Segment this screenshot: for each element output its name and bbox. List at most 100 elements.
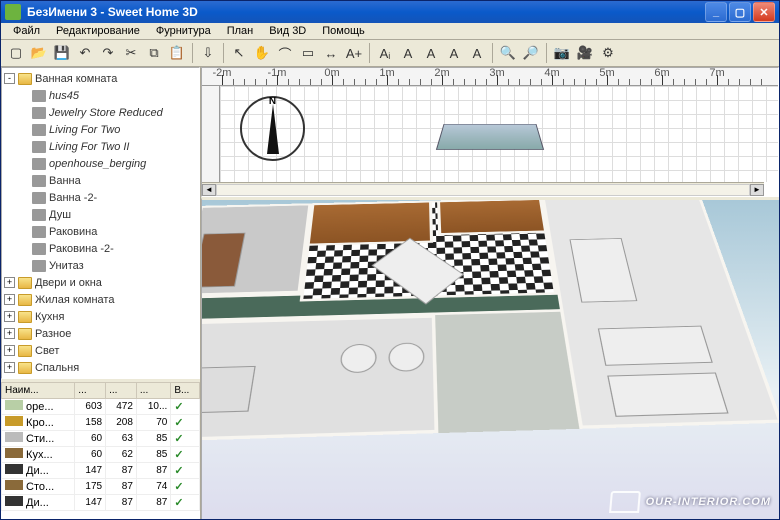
checkbox-icon[interactable]: ✓ [174, 401, 183, 413]
table-header[interactable]: ... [136, 383, 170, 399]
zoom-out-icon[interactable]: 🔎 [520, 42, 542, 64]
tree-category[interactable]: +Разное [4, 325, 197, 342]
save-icon[interactable]: 💾 [51, 42, 73, 64]
object-icon [32, 175, 46, 187]
tree-toggle-icon[interactable]: + [4, 328, 15, 339]
object-icon [32, 141, 46, 153]
tree-category[interactable]: +Спальня [4, 359, 197, 376]
tree-category[interactable]: +Двери и окна [4, 274, 197, 291]
tree-item[interactable]: Living For Two II [4, 138, 197, 155]
view-3d[interactable]: ▲ ◀▶ ▼ [201, 197, 779, 519]
text-a-icon[interactable]: A [466, 42, 488, 64]
tree-item[interactable]: Раковина [4, 223, 197, 240]
table-row[interactable]: Сти...606385✓ [2, 431, 200, 447]
tree-item[interactable]: openhouse_berging [4, 155, 197, 172]
select-icon[interactable]: Aᵢ [374, 42, 396, 64]
plan-2d-view[interactable]: -2m-1m0m1m2m3m4m5m6m7m ◄ ► [201, 67, 779, 197]
watermark-logo-icon [609, 491, 641, 513]
compass-icon[interactable] [240, 96, 305, 161]
open-file-icon[interactable]: 📂 [28, 42, 50, 64]
tree-toggle-icon[interactable]: + [4, 277, 15, 288]
text-bold-icon[interactable]: A [397, 42, 419, 64]
new-file-icon[interactable]: ▢ [5, 42, 27, 64]
text-icon[interactable]: A+ [343, 42, 365, 64]
plan-canvas[interactable] [220, 86, 778, 182]
table-row[interactable]: Кро...15820870✓ [2, 415, 200, 431]
import-icon[interactable]: ⇩ [197, 42, 219, 64]
table-row[interactable]: Кух...606285✓ [2, 447, 200, 463]
pointer-icon[interactable]: ↖ [228, 42, 250, 64]
table-row[interactable]: оре...60347210...✓ [2, 399, 200, 415]
cut-icon[interactable]: ✂ [120, 42, 142, 64]
table-header[interactable]: ... [75, 383, 106, 399]
checkbox-icon[interactable]: ✓ [174, 433, 183, 445]
tree-toggle-icon[interactable]: + [4, 345, 15, 356]
checkbox-icon[interactable]: ✓ [174, 465, 183, 477]
checkbox-icon[interactable]: ✓ [174, 449, 183, 461]
zoom-in-icon[interactable]: 🔍 [497, 42, 519, 64]
scroll-right-button[interactable]: ► [750, 184, 764, 196]
tree-label: Кухня [35, 311, 64, 323]
text-size-icon[interactable]: A [443, 42, 465, 64]
camera-icon[interactable]: 🎥 [574, 42, 596, 64]
room-icon[interactable]: ▭ [297, 42, 319, 64]
menu-plan[interactable]: План [219, 23, 262, 39]
snapshot-icon[interactable]: 📷 [551, 42, 573, 64]
tree-category[interactable]: +Свет [4, 342, 197, 359]
menu-help[interactable]: Помощь [314, 23, 373, 39]
table-row[interactable]: Ди...1478787✓ [2, 463, 200, 479]
tree-toggle-icon[interactable]: - [4, 73, 15, 84]
titlebar[interactable]: БезИмени 3 - Sweet Home 3D _ ▢ ✕ [1, 1, 779, 23]
tree-root[interactable]: -Ванная комната [4, 70, 197, 87]
checkbox-icon[interactable]: ✓ [174, 481, 183, 493]
settings-icon[interactable]: ⚙ [597, 42, 619, 64]
plan-scrollbar-horizontal[interactable]: ◄ ► [202, 182, 764, 196]
tree-item[interactable]: Jewelry Store Reduced [4, 104, 197, 121]
minimize-button[interactable]: _ [705, 2, 727, 22]
tree-label: openhouse_berging [49, 158, 146, 170]
copy-icon[interactable]: ⧉ [143, 42, 165, 64]
menubar: Файл Редактирование Фурнитура План Вид 3… [1, 23, 779, 40]
tree-category[interactable]: + Кухня [4, 308, 197, 325]
tree-item[interactable]: Раковина -2- [4, 240, 197, 257]
close-button[interactable]: ✕ [753, 2, 775, 22]
tree-item[interactable]: Душ [4, 206, 197, 223]
tree-toggle-icon[interactable]: + [4, 362, 15, 373]
checkbox-icon[interactable]: ✓ [174, 497, 183, 509]
table-row[interactable]: Сто...1758774✓ [2, 479, 200, 495]
furniture-icon [5, 448, 23, 458]
pan-icon[interactable]: ✋ [251, 42, 273, 64]
checkbox-icon[interactable]: ✓ [174, 417, 183, 429]
scroll-left-button[interactable]: ◄ [202, 184, 216, 196]
menu-view3d[interactable]: Вид 3D [261, 23, 314, 39]
menu-edit[interactable]: Редактирование [48, 23, 148, 39]
menu-file[interactable]: Файл [5, 23, 48, 39]
table-row[interactable]: Ди...1478787✓ [2, 495, 200, 511]
row-value: 87 [106, 463, 137, 479]
tree-item[interactable]: Унитаз [4, 257, 197, 274]
scroll-track[interactable] [216, 184, 750, 196]
paste-icon[interactable]: 📋 [166, 42, 188, 64]
catalog-tree[interactable]: -Ванная комнатаhus45Jewelry Store Reduce… [1, 67, 200, 379]
dimension-icon[interactable]: ↔ [320, 42, 342, 64]
tree-item[interactable]: hus45 [4, 87, 197, 104]
table-header[interactable]: Наим... [2, 383, 75, 399]
table-header[interactable]: В... [171, 383, 200, 399]
tree-toggle-icon[interactable]: + [4, 311, 15, 322]
redo-icon[interactable]: ↷ [97, 42, 119, 64]
tree-item[interactable]: Ванна -2- [4, 189, 197, 206]
tree-category[interactable]: +Жилая комната [4, 291, 197, 308]
row-name: Ди... [23, 465, 49, 477]
undo-icon[interactable]: ↶ [74, 42, 96, 64]
tree-item[interactable]: Ванна [4, 172, 197, 189]
text-italic-icon[interactable]: A [420, 42, 442, 64]
ruler-label: 1m [379, 68, 394, 79]
tree-toggle-icon[interactable]: + [4, 294, 15, 305]
table-header[interactable]: ... [106, 383, 137, 399]
tree-item[interactable]: Living For Two [4, 121, 197, 138]
tree-label: Душ [49, 209, 71, 221]
furniture-table[interactable]: Наим............В... оре...60347210...✓ … [1, 379, 200, 519]
wall-icon[interactable]: ⌒ [274, 42, 296, 64]
menu-furniture[interactable]: Фурнитура [148, 23, 219, 39]
maximize-button[interactable]: ▢ [729, 2, 751, 22]
